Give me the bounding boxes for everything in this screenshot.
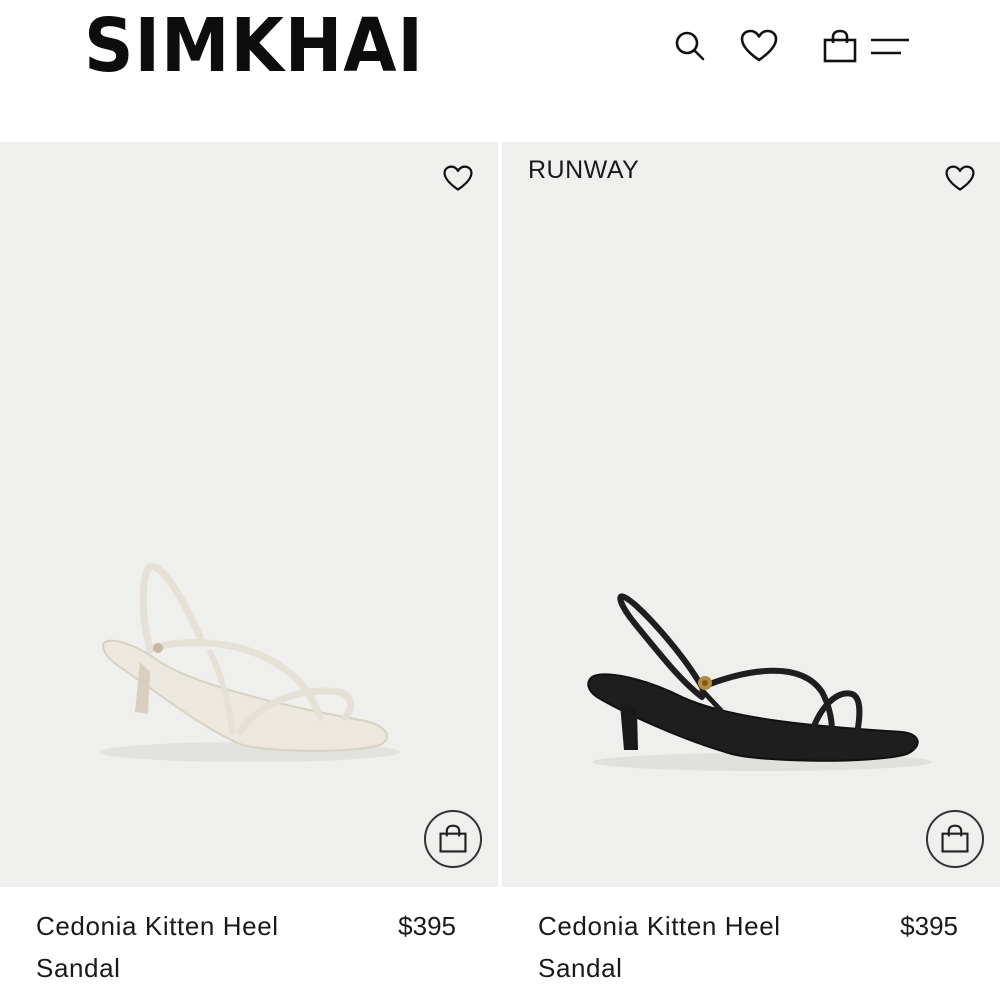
quick-add-button[interactable]	[424, 810, 482, 868]
heart-icon	[443, 165, 473, 191]
shopping-bag-icon	[823, 29, 857, 63]
product-badge: RUNWAY	[528, 156, 640, 184]
menu-button[interactable]	[868, 24, 912, 68]
search-button[interactable]	[668, 24, 712, 68]
wishlist-button[interactable]	[737, 24, 781, 68]
sandal-image	[587, 593, 932, 771]
product-image[interactable]: RUNWAY	[502, 142, 1000, 887]
quick-add-button[interactable]	[926, 810, 984, 868]
shopping-bag-icon	[439, 824, 467, 853]
heart-icon	[740, 29, 778, 62]
brand-logo[interactable]: SIMKHAI	[84, 4, 424, 88]
add-to-wishlist-button[interactable]	[440, 160, 476, 196]
add-to-wishlist-button[interactable]	[942, 160, 978, 196]
sandal-image	[100, 563, 400, 762]
product-info: Cedonia Kitten Heel Sandal $395	[0, 887, 498, 1000]
heart-icon	[945, 165, 975, 191]
shopping-bag-icon	[941, 824, 969, 853]
product-image[interactable]	[0, 142, 498, 887]
product-name[interactable]: Cedonia Kitten Heel Sandal	[538, 905, 838, 989]
product-price: $395	[398, 911, 456, 941]
product-card[interactable]: Cedonia Kitten Heel Sandal $395	[0, 142, 498, 1000]
menu-icon	[871, 38, 909, 55]
site-header: SIMKHAI	[0, 0, 1000, 140]
search-icon	[675, 31, 705, 61]
product-name[interactable]: Cedonia Kitten Heel Sandal	[36, 905, 336, 989]
product-price: $395	[900, 911, 958, 941]
product-info: Cedonia Kitten Heel Sandal $395	[502, 887, 1000, 1000]
cart-button[interactable]	[818, 24, 862, 68]
product-card[interactable]: RUNWAY Cedonia Kitten Heel Sandal $395	[502, 142, 1000, 1000]
